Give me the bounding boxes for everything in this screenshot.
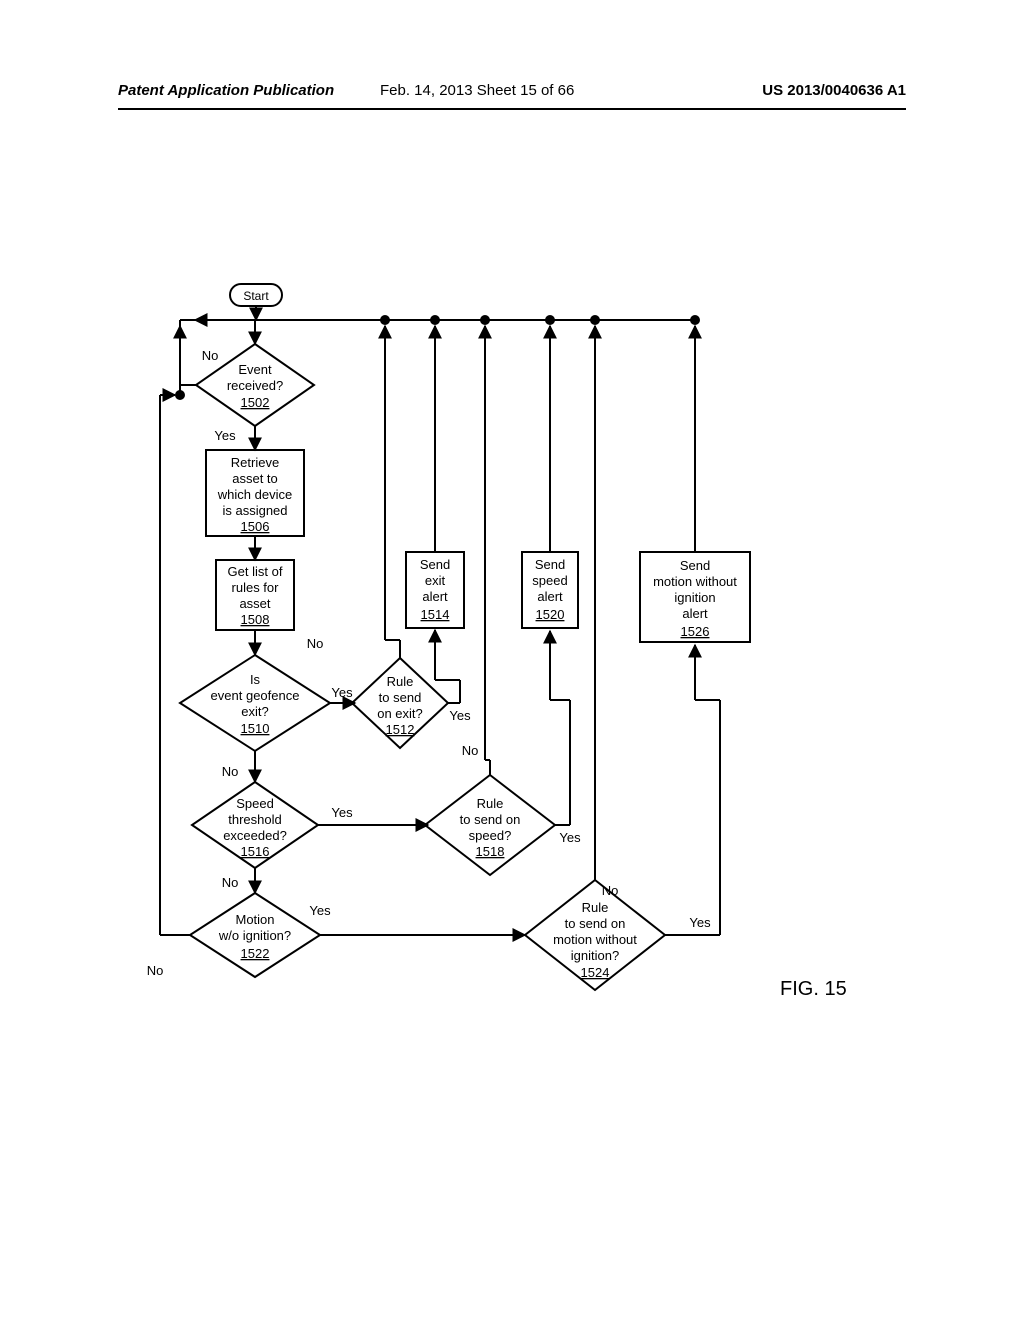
decision-1516: Speed threshold exceeded? 1516 Yes No xyxy=(192,782,428,893)
d1510-l1: Is xyxy=(250,672,261,687)
d1510-l2: event geofence xyxy=(211,688,300,703)
d1524-ref: 1524 xyxy=(581,965,610,980)
p1508-l3: asset xyxy=(239,596,270,611)
d1524-l3: motion without xyxy=(553,932,637,947)
p1514-l1: Send xyxy=(420,557,450,572)
p1506-l3: which device xyxy=(217,487,292,502)
p1508-ref: 1508 xyxy=(241,612,270,627)
d1512-no-label: No xyxy=(307,636,324,651)
process-1520: Send speed alert 1520 xyxy=(522,326,578,628)
d1512-l2: to send xyxy=(379,690,422,705)
d1524-no-label: No xyxy=(602,883,619,898)
process-1506: Retrieve asset to which device is assign… xyxy=(206,450,304,560)
d1518-l2: to send on xyxy=(460,812,521,827)
p1520-l3: alert xyxy=(537,589,563,604)
d1502-yes-label: Yes xyxy=(214,428,236,443)
d1510-l3: exit? xyxy=(241,704,268,719)
d1516-yes-label: Yes xyxy=(331,805,353,820)
d1518-ref: 1518 xyxy=(476,844,505,859)
p1506-l1: Retrieve xyxy=(231,455,279,470)
d1516-ref: 1516 xyxy=(241,844,270,859)
d1512-ref: 1512 xyxy=(386,722,415,737)
d1512-yes-label: Yes xyxy=(449,708,471,723)
d1516-l1: Speed xyxy=(236,796,274,811)
d1522-l2: w/o ignition? xyxy=(218,928,291,943)
d1524-yes-label: Yes xyxy=(689,915,711,930)
figure-label: FIG. 15 xyxy=(780,978,847,1000)
p1514-l3: alert xyxy=(422,589,448,604)
bus-line xyxy=(195,315,700,344)
d1516-l2: threshold xyxy=(228,812,281,827)
d1502-l1: Event xyxy=(238,362,272,377)
d1516-no-label: No xyxy=(222,875,239,890)
p1526-l1: Send xyxy=(680,558,710,573)
p1508-l2: rules for xyxy=(232,580,280,595)
p1506-l2: asset to xyxy=(232,471,278,486)
p1526-l4: alert xyxy=(682,606,708,621)
flowchart-svg: Start Event received? 1502 No Yes xyxy=(0,0,1024,1320)
page-container: Patent Application Publication Feb. 14, … xyxy=(0,0,1024,1320)
p1520-l1: Send xyxy=(535,557,565,572)
process-1508: Get list of rules for asset 1508 xyxy=(216,560,294,655)
d1502-no-label: No xyxy=(202,348,219,363)
d1522-yes-label: Yes xyxy=(309,903,331,918)
d1502-l2: received? xyxy=(227,378,283,393)
process-1514: Send exit alert 1514 xyxy=(406,326,464,628)
p1508-l1: Get list of xyxy=(228,564,283,579)
d1516-l3: exceeded? xyxy=(223,828,287,843)
decision-1524: Rule to send on motion without ignition?… xyxy=(525,326,720,990)
p1526-l2: motion without xyxy=(653,574,737,589)
d1524-l1: Rule xyxy=(582,900,609,915)
decision-1510: Is event geofence exit? 1510 Yes No xyxy=(180,655,355,782)
p1514-l2: exit xyxy=(425,573,446,588)
d1510-yes-label: Yes xyxy=(331,685,353,700)
d1524-l4: ignition? xyxy=(571,948,619,963)
d1518-no-label: No xyxy=(462,743,479,758)
d1524-l2: to send on xyxy=(565,916,626,931)
d1502-ref: 1502 xyxy=(241,395,270,410)
d1510-ref: 1510 xyxy=(241,721,270,736)
d1522-l1: Motion xyxy=(235,912,274,927)
d1522-no-label: No xyxy=(147,963,164,978)
d1512-l1: Rule xyxy=(387,674,414,689)
start-terminal: Start xyxy=(230,284,282,320)
d1512-l3: on exit? xyxy=(377,706,423,721)
p1506-l4: is assigned xyxy=(222,503,287,518)
p1514-ref: 1514 xyxy=(421,607,450,622)
p1520-ref: 1520 xyxy=(536,607,565,622)
d1518-l1: Rule xyxy=(477,796,504,811)
d1510-no-label: No xyxy=(222,764,239,779)
decision-1502: Event received? 1502 No Yes xyxy=(180,344,314,450)
d1518-l3: speed? xyxy=(469,828,512,843)
p1526-ref: 1526 xyxy=(681,624,710,639)
p1506-ref: 1506 xyxy=(241,519,270,534)
p1520-l2: speed xyxy=(532,573,567,588)
start-label: Start xyxy=(243,289,269,303)
process-1526: Send motion without ignition alert 1526 xyxy=(640,326,750,642)
d1518-yes-label: Yes xyxy=(559,830,581,845)
d1522-ref: 1522 xyxy=(241,946,270,961)
p1526-l3: ignition xyxy=(674,590,715,605)
